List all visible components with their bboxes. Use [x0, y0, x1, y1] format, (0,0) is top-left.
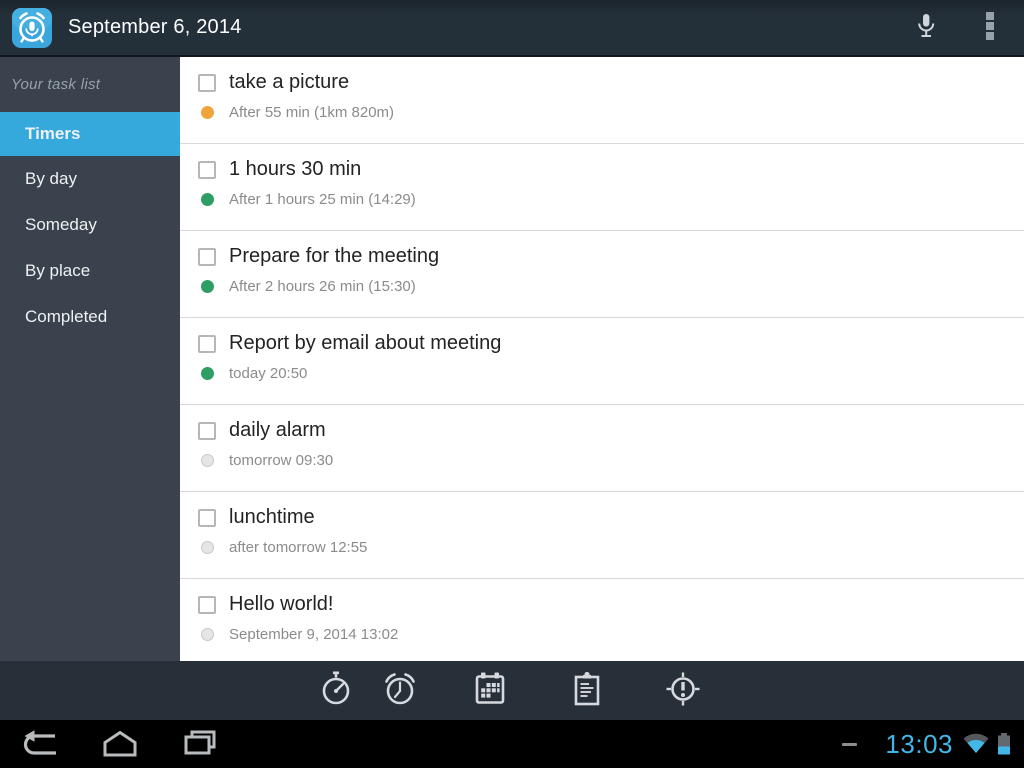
task-title: daily alarm [229, 419, 326, 442]
voice-input-button[interactable] [904, 6, 948, 50]
calendar-icon [473, 670, 507, 711]
task-checkbox[interactable] [198, 422, 216, 440]
task-checkbox[interactable] [198, 335, 216, 353]
task-notes-toolbar-button[interactable] [565, 668, 609, 712]
sidebar: Your task list TimersBy daySomedayBy pla… [0, 57, 180, 661]
battery-icon [996, 732, 1012, 756]
task-title: Hello world! [229, 593, 333, 616]
task-list: take a picture After 55 min (1km 820m) 1 h… [180, 57, 1024, 661]
status-dot-icon [201, 193, 214, 206]
task-row-title-line: daily alarm [198, 405, 1024, 442]
home-icon [101, 729, 139, 760]
task-row[interactable]: Prepare for the meeting After 2 hours 26 … [180, 231, 1024, 318]
task-row-title-line: 1 hours 30 min [198, 144, 1024, 181]
task-row[interactable]: lunchtime after tomorrow 12:55 [180, 492, 1024, 579]
task-row-title-line: Report by email about meeting [198, 318, 1024, 355]
task-subtitle: September 9, 2014 13:02 [229, 626, 398, 643]
task-title: lunchtime [229, 506, 315, 529]
alarms-toolbar-button[interactable] [378, 668, 422, 712]
task-subtitle: tomorrow 09:30 [229, 452, 333, 469]
home-button[interactable] [98, 722, 142, 766]
status-dot-icon [201, 280, 214, 293]
wifi-icon [962, 733, 990, 755]
sidebar-item-completed[interactable]: Completed [0, 294, 180, 340]
task-title: take a picture [229, 71, 349, 94]
top-bar: September 6, 2014 [0, 0, 1024, 57]
topbar-actions [904, 6, 1024, 50]
task-row-title-line: Hello world! [198, 579, 1024, 616]
location-reminders-toolbar-button[interactable] [661, 668, 705, 712]
task-row-subtitle-line: tomorrow 09:30 [198, 452, 1024, 469]
task-checkbox[interactable] [198, 509, 216, 527]
voice-alarm-clock-app-icon[interactable] [11, 7, 53, 49]
task-subtitle: After 55 min (1km 820m) [229, 104, 394, 121]
task-title: Report by email about meeting [229, 332, 501, 355]
recent-apps-icon [182, 729, 218, 760]
task-row[interactable]: Hello world! September 9, 2014 13:02 [180, 579, 1024, 661]
page-title: September 6, 2014 [68, 16, 242, 39]
task-row-subtitle-line: today 20:50 [198, 365, 1024, 382]
calendar-toolbar-button[interactable] [468, 668, 512, 712]
screen: September 6, 2014 [0, 0, 1024, 768]
task-checkbox[interactable] [198, 248, 216, 266]
sidebar-nav: TimersBy daySomedayBy placeCompleted [0, 112, 180, 340]
task-row[interactable]: Report by email about meeting today 20:50 [180, 318, 1024, 405]
alarm-clock-icon [381, 670, 419, 711]
recent-apps-button[interactable] [178, 722, 222, 766]
task-title: 1 hours 30 min [229, 158, 361, 181]
stopwatch-icon [318, 670, 354, 711]
status-dot-icon [201, 106, 214, 119]
task-checkbox[interactable] [198, 74, 216, 92]
overflow-menu-button[interactable] [968, 6, 1012, 50]
back-button[interactable] [18, 722, 62, 766]
status-cluster[interactable]: 13:03 [842, 720, 1012, 768]
task-row-subtitle-line: September 9, 2014 13:02 [198, 626, 1024, 643]
bottom-toolbar [0, 661, 1024, 720]
status-dot-icon [201, 541, 214, 554]
sidebar-header: Your task list [0, 57, 180, 112]
microphone-icon [914, 10, 938, 45]
timers-toolbar-button[interactable] [314, 668, 358, 712]
overflow-menu-icon [985, 10, 995, 45]
sidebar-item-someday[interactable]: Someday [0, 202, 180, 248]
task-row-title-line: Prepare for the meeting [198, 231, 1024, 268]
task-row[interactable]: daily alarm tomorrow 09:30 [180, 405, 1024, 492]
task-subtitle: today 20:50 [229, 365, 307, 382]
task-subtitle: After 2 hours 26 min (15:30) [229, 278, 416, 295]
dash-icon [842, 743, 857, 746]
status-dot-icon [201, 367, 214, 380]
task-row[interactable]: take a picture After 55 min (1km 820m) [180, 57, 1024, 144]
task-row[interactable]: 1 hours 30 min After 1 hours 25 min (14:2… [180, 144, 1024, 231]
system-navigation-bar: 13:03 [0, 720, 1024, 768]
sidebar-item-by-place[interactable]: By place [0, 248, 180, 294]
task-subtitle: after tomorrow 12:55 [229, 539, 367, 556]
task-row-subtitle-line: After 2 hours 26 min (15:30) [198, 278, 1024, 295]
sidebar-item-by-day[interactable]: By day [0, 156, 180, 202]
back-icon [18, 729, 62, 760]
status-dot-icon [201, 628, 214, 641]
task-row-subtitle-line: After 1 hours 25 min (14:29) [198, 191, 1024, 208]
task-row-title-line: lunchtime [198, 492, 1024, 529]
task-subtitle: After 1 hours 25 min (14:29) [229, 191, 416, 208]
sidebar-item-timers[interactable]: Timers [0, 112, 180, 156]
task-title: Prepare for the meeting [229, 245, 439, 268]
task-row-subtitle-line: After 55 min (1km 820m) [198, 104, 1024, 121]
task-checkbox[interactable] [198, 596, 216, 614]
location-reminder-icon [664, 670, 702, 711]
task-row-subtitle-line: after tomorrow 12:55 [198, 539, 1024, 556]
status-dot-icon [201, 454, 214, 467]
task-notes-icon [570, 670, 604, 711]
task-row-title-line: take a picture [198, 57, 1024, 94]
task-checkbox[interactable] [198, 161, 216, 179]
status-time: 13:03 [885, 729, 953, 760]
